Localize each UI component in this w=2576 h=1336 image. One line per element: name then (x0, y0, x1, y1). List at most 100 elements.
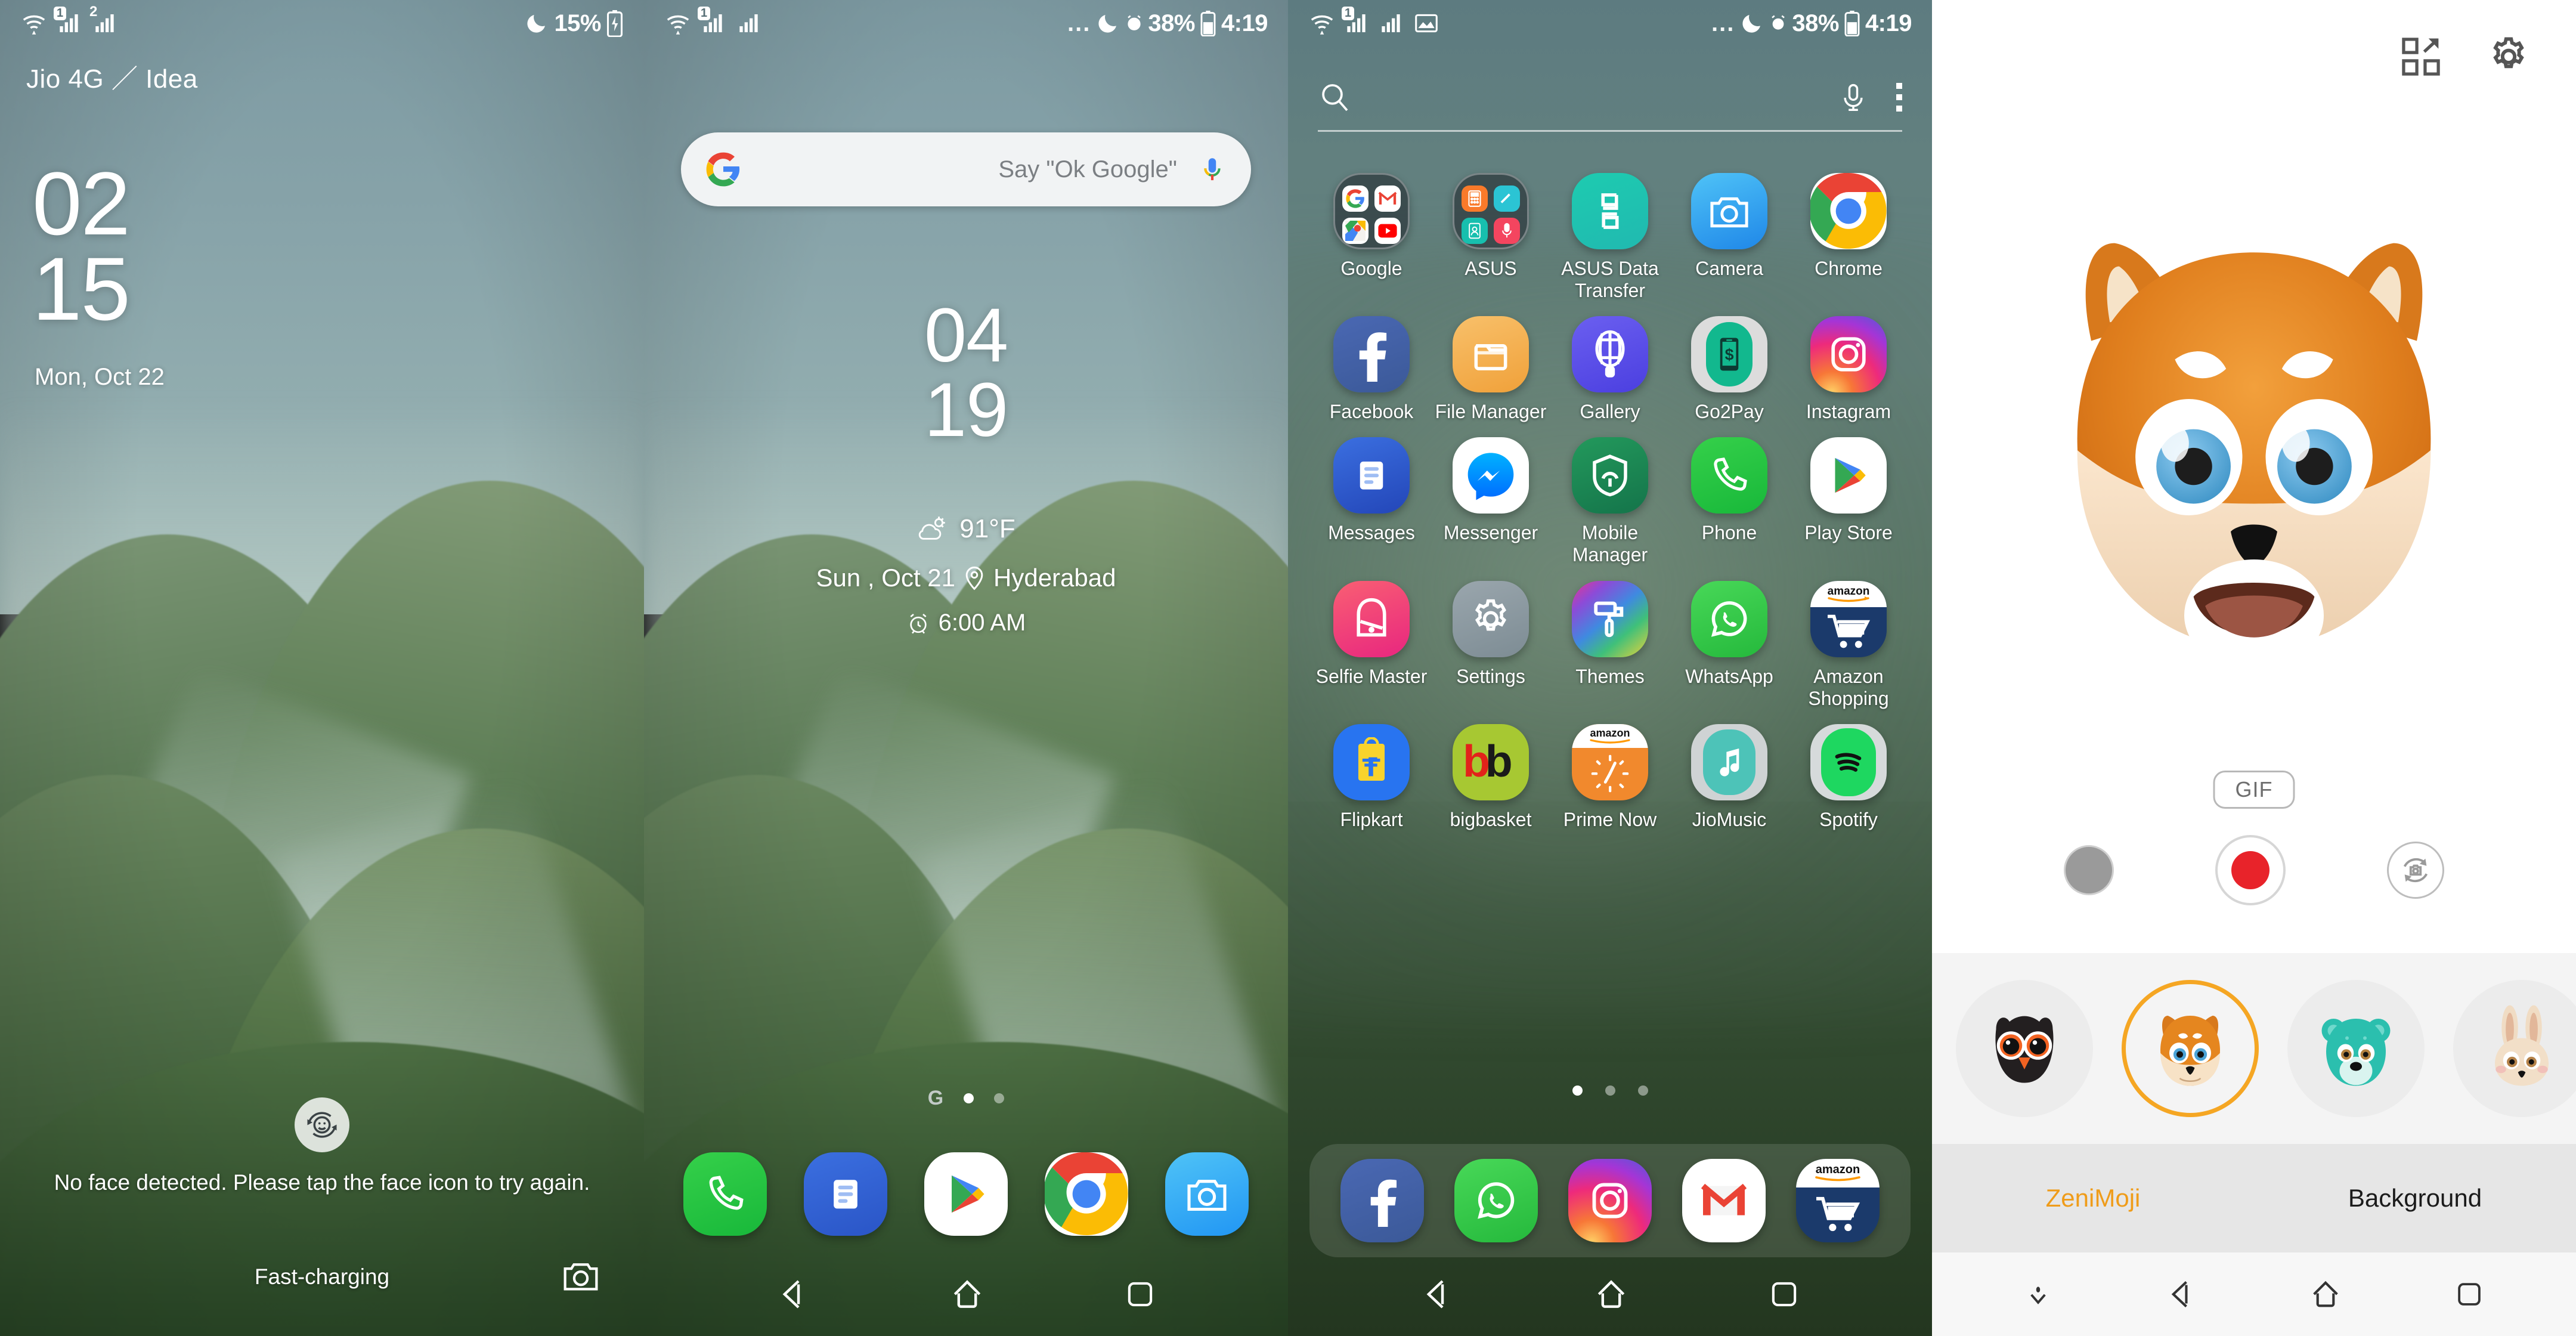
tab-zenimoji[interactable]: ZeniMoji (1932, 1184, 2254, 1213)
microphone-icon[interactable] (1838, 81, 1869, 114)
zenimoji-character-strip[interactable] (1932, 953, 2576, 1144)
screenshot-icon (1413, 11, 1439, 35)
recents-icon[interactable] (1767, 1277, 1801, 1312)
page-dot-active[interactable] (1572, 1086, 1583, 1096)
mobile-manager-icon (1572, 437, 1648, 514)
prime-now-icon: amazon (1572, 723, 1648, 800)
tab-background[interactable]: Background (2254, 1184, 2576, 1213)
app-item-selfie-master[interactable]: Selfie Master (1312, 580, 1431, 710)
gif-toggle-button[interactable]: GIF (2213, 771, 2295, 809)
character-owl[interactable] (1956, 980, 2093, 1117)
maps-mini-icon (1342, 218, 1368, 244)
app-item-amazon-shopping[interactable]: amazon Amazon Shopping (1789, 580, 1908, 710)
facebook-icon (1333, 316, 1410, 393)
flip-camera-icon[interactable] (2387, 842, 2444, 899)
home-icon[interactable] (1593, 1276, 1630, 1313)
amazon-shopping-icon: amazon (1810, 580, 1887, 657)
page-dot-active[interactable] (964, 1093, 974, 1103)
dock-item-chrome[interactable] (1045, 1152, 1128, 1236)
home-icon[interactable] (2308, 1277, 2343, 1312)
app-item-flipkart[interactable]: Flipkart (1312, 723, 1431, 831)
search-icon[interactable] (1318, 81, 1351, 114)
flipkart-icon (1333, 723, 1410, 800)
app-item-instagram[interactable]: Instagram (1789, 316, 1908, 423)
settings-gear-icon[interactable] (2487, 35, 2531, 79)
app-item-camera[interactable]: Camera (1670, 173, 1789, 302)
overflow-menu-icon[interactable] (1896, 83, 1902, 112)
signal-sim1-icon: 1 (1342, 7, 1370, 35)
app-item-bigbasket[interactable]: b b bigbasket (1431, 723, 1550, 831)
back-icon[interactable] (2164, 1277, 2199, 1312)
gallery-thumbnail-button[interactable] (2064, 845, 2114, 895)
folder-icon (1333, 173, 1410, 249)
bigbasket-icon: b b (1453, 723, 1529, 800)
app-label: ASUS Data Transfer (1561, 258, 1659, 302)
face-unlock-icon[interactable] (295, 1097, 349, 1152)
google-search-widget[interactable]: Say "Ok Google" (681, 132, 1251, 206)
moon-icon (524, 11, 549, 36)
back-icon[interactable] (1419, 1276, 1456, 1313)
recents-icon[interactable] (1123, 1277, 1157, 1312)
battery-percent: 15% (554, 10, 601, 36)
page-dot[interactable] (994, 1093, 1005, 1103)
recents-icon[interactable] (2453, 1278, 2485, 1310)
app-item-mobile-manager[interactable]: Mobile Manager (1550, 437, 1670, 566)
app-item-facebook[interactable]: Facebook (1312, 316, 1431, 423)
app-item-file-manager[interactable]: File Manager (1431, 316, 1550, 423)
app-item-go2pay[interactable]: $ Go2Pay (1670, 316, 1789, 423)
home-icon[interactable] (949, 1276, 986, 1313)
themes-icon (1572, 580, 1648, 657)
app-item-gallery[interactable]: Gallery (1550, 316, 1670, 423)
weather-temperature: 91°F (959, 514, 1015, 543)
app-item-asus-data-transfer[interactable]: ASUS Data Transfer (1550, 173, 1670, 302)
character-bear[interactable] (2287, 980, 2425, 1117)
page-dot[interactable] (1637, 1086, 1648, 1096)
file-manager-icon (1453, 316, 1529, 393)
character-rabbit[interactable] (2453, 980, 2576, 1117)
app-label: Play Store (1804, 522, 1893, 544)
dock-item-phone[interactable] (683, 1152, 767, 1236)
google-page-label[interactable]: G (928, 1087, 943, 1110)
page-dot[interactable] (1605, 1086, 1615, 1096)
app-item-spotify[interactable]: Spotify (1789, 723, 1908, 831)
dock-item-whatsapp[interactable] (1454, 1159, 1538, 1242)
app-item-phone[interactable]: Phone (1670, 437, 1789, 566)
record-button[interactable] (2215, 835, 2286, 905)
app-item-themes[interactable]: Themes (1550, 580, 1670, 710)
contacts-mini-icon (1462, 218, 1488, 244)
drawer-search-row[interactable] (1318, 64, 1902, 130)
clock-hours: 02 (32, 153, 131, 253)
dock-item-messages[interactable] (804, 1152, 887, 1236)
app-item-asus[interactable]: ASUS (1431, 173, 1550, 302)
back-icon[interactable] (775, 1276, 812, 1313)
partly-cloudy-icon (917, 515, 949, 543)
clock-hours: 04 (924, 293, 1008, 378)
home-screen-panel: 1 ... 38% 4:19 Say "Ok Google" 04 19 91°… (644, 0, 1288, 1336)
dock-item-amazon[interactable]: amazon (1796, 1159, 1880, 1242)
microphone-icon[interactable] (1197, 154, 1227, 184)
page-indicator: G (644, 1087, 1288, 1110)
app-label: bigbasket (1450, 808, 1532, 830)
app-item-settings[interactable]: Settings (1431, 580, 1550, 710)
dock-item-gmail[interactable] (1682, 1159, 1766, 1242)
app-item-jiomusic[interactable]: JioMusic (1670, 723, 1789, 831)
dock-item-play-store[interactable] (924, 1152, 1008, 1236)
app-item-messenger[interactable]: Messenger (1431, 437, 1550, 566)
moon-icon (1739, 11, 1764, 36)
collapse-icon[interactable] (2023, 1279, 2054, 1310)
status-bar: 1 ... 38% 4:19 (1288, 0, 1932, 47)
app-item-play-store[interactable]: Play Store (1789, 437, 1908, 566)
grid-expand-icon[interactable] (2399, 35, 2442, 78)
zenimoji-controls (1932, 835, 2576, 905)
app-item-messages[interactable]: Messages (1312, 437, 1431, 566)
dock-item-instagram[interactable] (1568, 1159, 1652, 1242)
dock-item-camera[interactable] (1165, 1152, 1249, 1236)
camera-shortcut-icon[interactable] (562, 1258, 600, 1293)
app-item-google[interactable]: Google (1312, 173, 1431, 302)
dock-item-facebook[interactable] (1340, 1159, 1424, 1242)
app-item-prime-now[interactable]: amazon Prime Now (1550, 723, 1670, 831)
app-label: JioMusic (1692, 808, 1767, 830)
app-item-chrome[interactable]: Chrome (1789, 173, 1908, 302)
app-item-whatsapp[interactable]: WhatsApp (1670, 580, 1789, 710)
character-fox[interactable] (2122, 980, 2259, 1117)
